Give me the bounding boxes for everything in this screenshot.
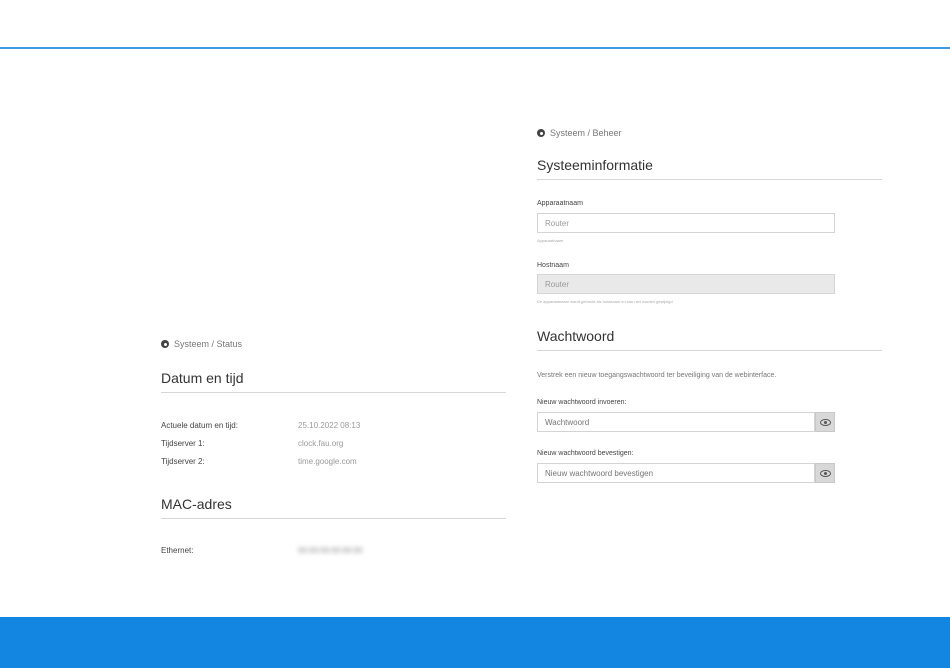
new-password-label: Nieuw wachtwoord invoeren: [537,399,627,406]
datetime-current-value: 25.10.2022 08:13 [298,421,361,430]
status-breadcrumb: Systeem / Status [161,339,242,349]
eye-icon [819,418,831,426]
confirm-password-label: Nieuw wachtwoord bevestigen: [537,450,634,457]
status-panel: Systeem / Status Datum en tijd Actuele d… [161,339,506,569]
datetime-section-title: Datum en tijd [161,370,506,393]
show-confirm-password-button[interactable] [815,463,835,483]
beheer-panel: Systeem / Beheer Systeeminformatie Appar… [537,128,882,488]
hostname-input [537,274,835,294]
device-name-hint: Apparaatnaam [537,238,564,243]
breadcrumb-text: Systeem / Beheer [550,128,622,138]
ethernet-mac-value: 00:00:00:00:00:00 [298,546,363,555]
gear-icon [537,129,545,137]
datetime-current-label: Actuele datum en tijd: [161,421,238,430]
mac-section-title: MAC-adres [161,496,506,519]
device-name-input[interactable] [537,213,835,233]
header-accent-line [0,47,950,49]
hostname-hint: De apparaatnaam wordt gebruikt als hostn… [537,299,673,304]
footer-bar [0,617,950,668]
breadcrumb-text: Systeem / Status [174,339,243,349]
ethernet-label: Ethernet: [161,546,194,555]
hostname-label: Hostnaam [537,262,569,269]
confirm-password-input[interactable] [537,463,815,483]
device-name-label: Apparaatnaam [537,200,583,207]
password-description: Verstrek een nieuw toegangswachtwoord te… [537,372,777,379]
timeserver1-value: clock.fau.org [298,439,344,448]
password-section-title: Wachtwoord [537,328,882,351]
beheer-breadcrumb: Systeem / Beheer [537,128,622,138]
show-new-password-button[interactable] [815,412,835,432]
timeserver1-label: Tijdserver 1: [161,439,205,448]
eye-icon [819,469,831,477]
timeserver2-value: time.google.com [298,457,357,466]
timeserver2-label: Tijdserver 2: [161,457,205,466]
sysinfo-section-title: Systeeminformatie [537,157,882,180]
new-password-input[interactable] [537,412,815,432]
gear-icon [161,340,169,348]
